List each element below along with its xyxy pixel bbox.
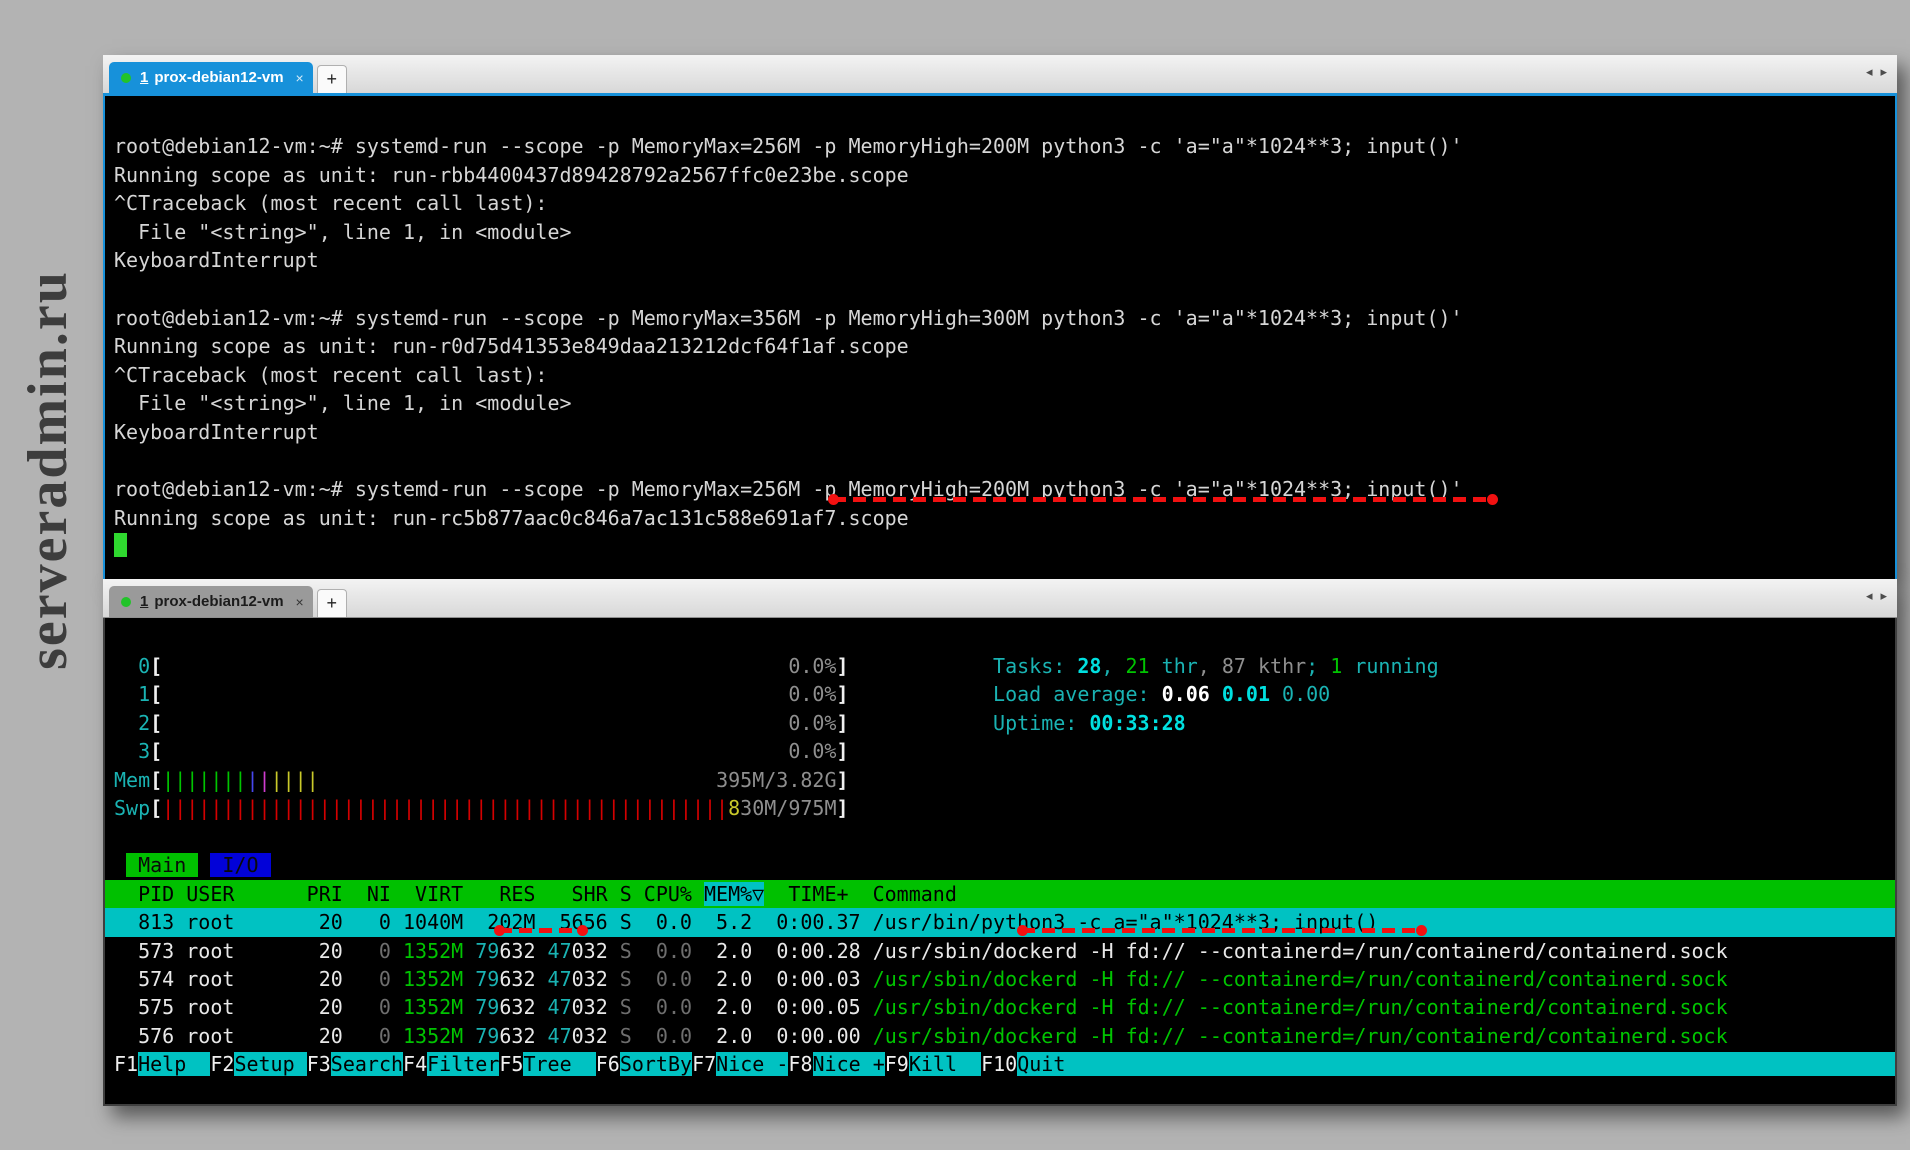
htop-cpu-meter-0: 0[ 0.0%] Tasks: 28, 21 thr, 87 kthr; 1 r… [105,652,1895,680]
fkey-f9[interactable]: F9 [885,1052,909,1076]
terminal-prompt-line [105,532,1895,561]
fkey-label-tree[interactable]: Tree [523,1052,595,1076]
htop-swap-meter: Swp[||||||||||||||||||||||||||||||||||||… [105,794,1895,822]
terminal-line-11: KeyboardInterrupt [105,418,1895,447]
htop-sort-column-mem[interactable]: MEM%▽ [704,882,764,906]
terminal-line-6 [105,275,1895,304]
fkey-label-nice[interactable]: Nice + [813,1052,885,1076]
fkey-f8[interactable]: F8 [788,1052,812,1076]
fkey-f5[interactable]: F5 [499,1052,523,1076]
process-row-813[interactable]: 813 root 20 0 1040M 202M 5656 S 0.0 5.2 … [105,908,1895,936]
fkey-label-kill[interactable]: Kill [909,1052,981,1076]
terminal-cursor [114,533,127,557]
session-status-icon [121,73,131,83]
fkey-label-setup[interactable]: Setup [234,1052,306,1076]
fkey-f6[interactable]: F6 [596,1052,620,1076]
close-icon[interactable]: × [296,70,304,86]
fkey-f7[interactable]: F7 [692,1052,716,1076]
htop-memory-meter: Mem[||||||||||||| 395M/3.82G] [105,766,1895,794]
htop-cpu-meter-3: 3[ 0.0%] [105,737,1895,765]
terminal-line-8: Running scope as unit: run-r0d75d41353e8… [105,332,1895,361]
process-row-574[interactable]: 574 root 20 0 1352M 79632 47032 S 0.0 2.… [105,965,1895,993]
fkey-label-sortby[interactable]: SortBy [620,1052,692,1076]
fkey-f3[interactable]: F3 [307,1052,331,1076]
annotation-underline-python-command [1022,928,1422,933]
watermark-serveradmin-ru: serveradmin.ru [16,210,80,730]
tab-prox-debian12-vm[interactable]: 1 prox-debian12-vm × [109,586,313,617]
annotation-underline-third-systemd-run-command [833,497,1493,502]
terminal-window-htop: 1 prox-debian12-vm × + ◂▸ 0[ 0.0%] Tasks… [103,579,1897,1106]
tab-label: prox-debian12-vm [154,593,283,610]
fkey-label-filter[interactable]: Filter [427,1052,499,1076]
htop-tab-main[interactable]: Main [126,853,198,877]
tab-label: prox-debian12-vm [154,69,283,86]
close-icon[interactable]: × [296,594,304,610]
terminal-line-4: File "<string>", line 1, in <module> [105,218,1895,247]
fkey-f4[interactable]: F4 [403,1052,427,1076]
htop-screen-tabs: Main I/O [105,851,1895,879]
scroll-left-icon[interactable]: ◂ [1866,64,1873,79]
process-row-575[interactable]: 575 root 20 0 1352M 79632 47032 S 0.0 2.… [105,993,1895,1021]
htop-blank-line [105,823,1895,851]
terminal-line-9: ^CTraceback (most recent call last): [105,361,1895,390]
terminal-line-14: Running scope as unit: run-rc5b877aac0c8… [105,504,1895,533]
process-row-573[interactable]: 573 root 20 0 1352M 79632 47032 S 0.0 2.… [105,937,1895,965]
scroll-right-icon[interactable]: ▸ [1880,64,1887,79]
htop-cpu-meter-1: 1[ 0.0%] Load average: 0.06 0.01 0.00 [105,680,1895,708]
tab-bar: 1 prox-debian12-vm × + ◂▸ [103,579,1897,618]
htop-cpu-meter-2: 2[ 0.0%] Uptime: 00:33:28 [105,709,1895,737]
fkey-f2[interactable]: F2 [210,1052,234,1076]
tab-index: 1 [140,593,148,610]
tab-scroll-arrows: ◂▸ [1858,588,1887,604]
fkey-label-search[interactable]: Search [331,1052,403,1076]
annotation-underline-res-202M [499,928,583,933]
tab-prox-debian12-vm[interactable]: 1 prox-debian12-vm × [109,62,313,93]
terminal-output-shell[interactable]: root@debian12-vm:~# systemd-run --scope … [103,96,1897,579]
tab-bar: 1 prox-debian12-vm × + ◂▸ [103,55,1897,96]
htop-table-header: PID USER PRI NI VIRT RES SHR S CPU% MEM%… [105,880,1895,908]
terminal-line-7: root@debian12-vm:~# systemd-run --scope … [105,304,1895,333]
terminal-line-5: KeyboardInterrupt [105,246,1895,275]
scroll-right-icon[interactable]: ▸ [1880,588,1887,603]
htop-function-key-bar: F1Help F2Setup F3SearchF4FilterF5Tree F6… [105,1050,1895,1078]
fkey-label-quit[interactable]: Quit [1017,1052,1089,1076]
fkey-label-help[interactable]: Help [138,1052,210,1076]
new-tab-button[interactable]: + [317,589,347,617]
tab-index: 1 [140,69,148,86]
fkey-f10[interactable]: F10 [981,1052,1017,1076]
tab-scroll-arrows: ◂▸ [1858,64,1887,80]
scroll-left-icon[interactable]: ◂ [1866,588,1873,603]
terminal-line-2: Running scope as unit: run-rbb4400437d89… [105,161,1895,190]
terminal-line-3: ^CTraceback (most recent call last): [105,189,1895,218]
htop-tab-i-o[interactable]: I/O [210,853,270,877]
new-tab-button[interactable]: + [317,65,347,93]
terminal-line-1: root@debian12-vm:~# systemd-run --scope … [105,132,1895,161]
terminal-line-10: File "<string>", line 1, in <module> [105,389,1895,418]
process-row-576[interactable]: 576 root 20 0 1352M 79632 47032 S 0.0 2.… [105,1022,1895,1050]
fkey-f1[interactable]: F1 [114,1052,138,1076]
fkey-label-nice[interactable]: Nice - [716,1052,788,1076]
terminal-output-htop[interactable]: 0[ 0.0%] Tasks: 28, 21 thr, 87 kthr; 1 r… [103,618,1897,1106]
session-status-icon [121,597,131,607]
terminal-line-12 [105,447,1895,476]
